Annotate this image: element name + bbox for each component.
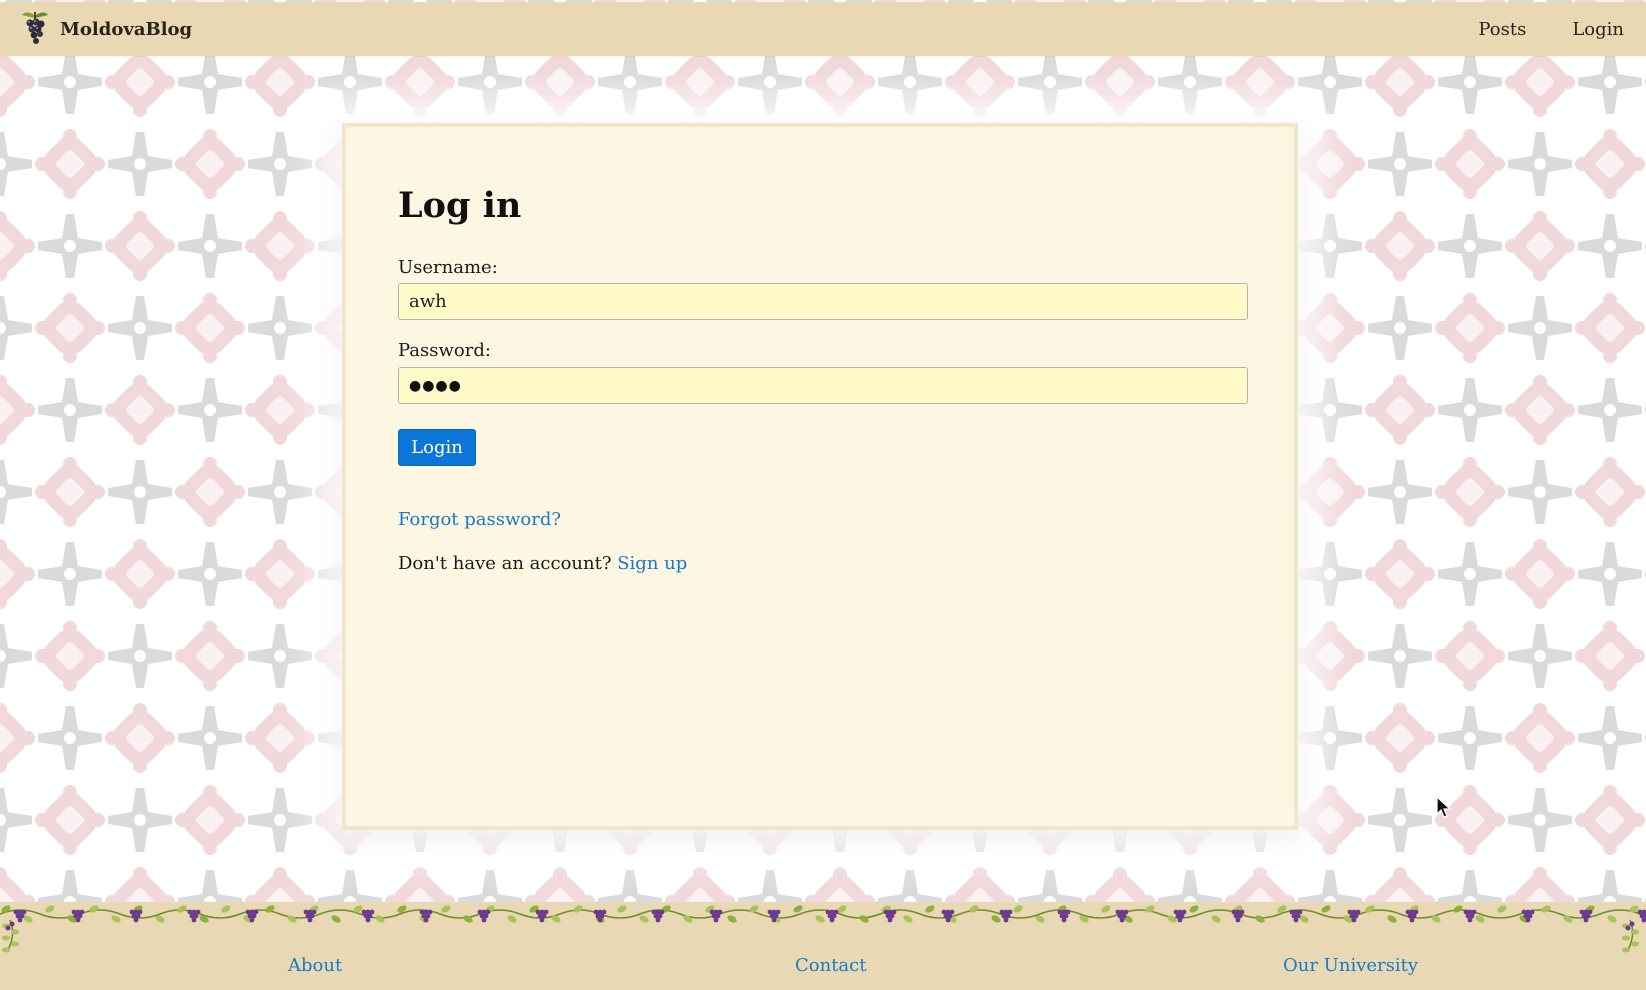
password-masked-value: ●●●● — [409, 377, 462, 394]
nav-login-link[interactable]: Login — [1572, 19, 1624, 40]
brand-name: MoldovaBlog — [60, 18, 193, 40]
username-input[interactable]: awh — [398, 283, 1248, 320]
grape-bunch-logo-icon — [22, 12, 48, 44]
nav-posts-link[interactable]: Posts — [1478, 19, 1526, 40]
nav-links: Posts Login — [1432, 2, 1624, 56]
footer-contact-link[interactable]: Contact — [795, 955, 866, 976]
top-navbar: MoldovaBlog Posts Login — [0, 2, 1646, 56]
brand-home-link[interactable]: MoldovaBlog — [20, 10, 192, 48]
login-submit-button[interactable]: Login — [398, 429, 476, 466]
grapevine-border-decoration — [0, 905, 1646, 953]
forgot-password-link[interactable]: Forgot password? — [398, 509, 561, 530]
username-value: awh — [409, 291, 447, 312]
password-label: Password: — [398, 340, 491, 361]
signup-link[interactable]: Sign up — [617, 553, 687, 574]
footer-university-link[interactable]: Our University — [1283, 955, 1418, 976]
username-label: Username: — [398, 257, 498, 278]
footer: About Contact Our University — [0, 902, 1646, 990]
footer-about-link[interactable]: About — [288, 955, 342, 976]
login-card: Log in Username: awh Password: ●●●● Logi… — [342, 123, 1298, 830]
signup-prompt: Don't have an account? — [398, 553, 612, 574]
password-input[interactable]: ●●●● — [398, 367, 1248, 404]
footer-links: About Contact Our University — [0, 955, 1646, 981]
signup-row: Don't have an account? Sign up — [398, 553, 687, 574]
mouse-pointer-icon — [1436, 796, 1452, 818]
page-title: Log in — [398, 185, 522, 226]
